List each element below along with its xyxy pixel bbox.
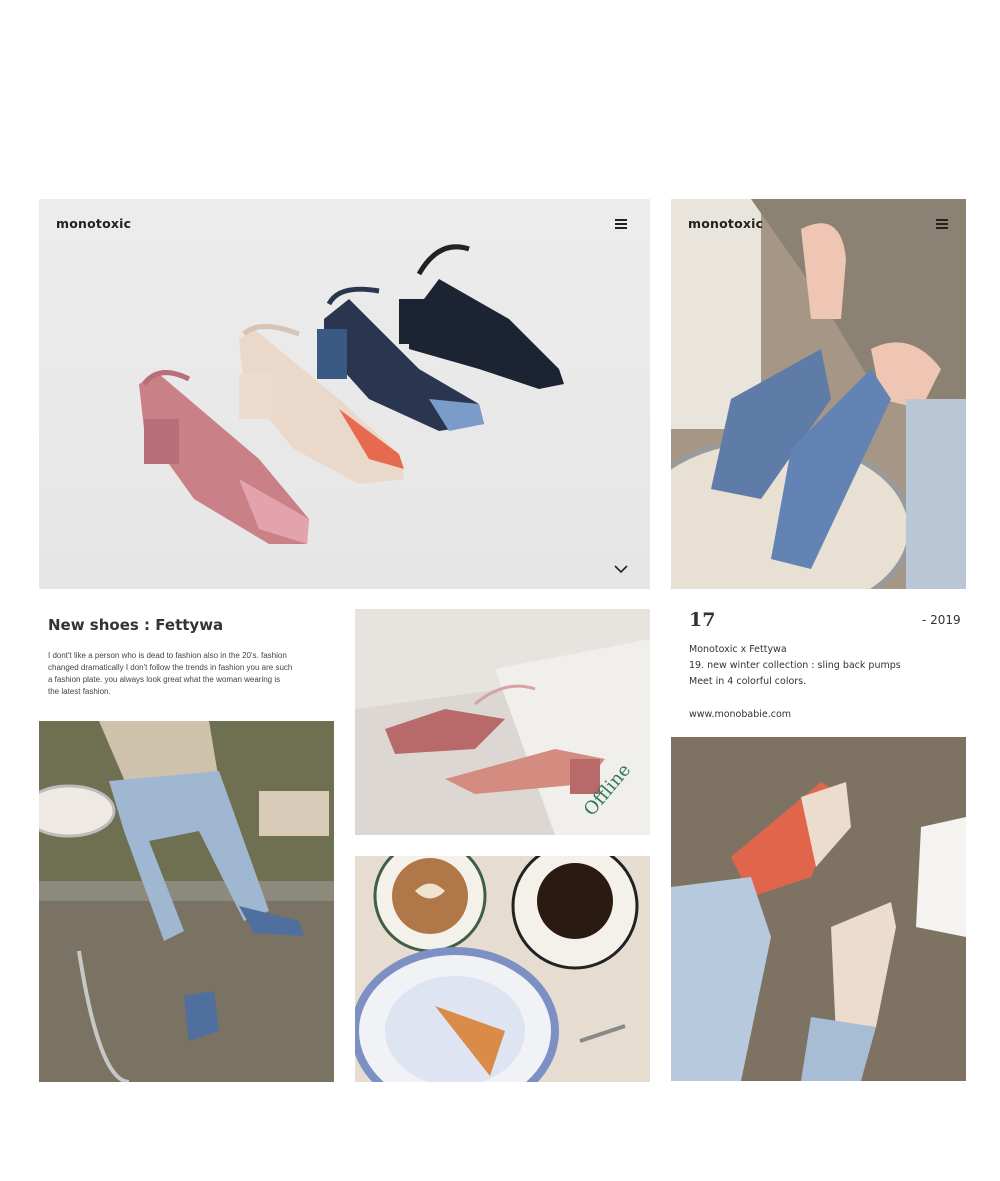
collection-line: Monotoxic x Fettywa <box>689 644 787 655</box>
intro-paragraph: I dont't like a person who is dead to fa… <box>48 650 292 698</box>
website-link[interactable]: www.monobabie.com <box>689 709 791 720</box>
intro-line: a fashion plate. you always look great w… <box>48 675 281 684</box>
intro-line: I dont't like a person who is dead to fa… <box>48 651 287 660</box>
coffee-cake-photo <box>355 856 650 1082</box>
seated-woman-photo <box>39 721 334 1082</box>
collection-line: Meet in 4 colorful colors. <box>689 676 807 687</box>
collection-line: 19. new winter collection : sling back p… <box>689 660 901 671</box>
hamburger-menu-icon[interactable] <box>615 219 627 229</box>
feet-cream-shoes-photo <box>671 737 966 1081</box>
chevron-down-icon[interactable] <box>614 561 628 574</box>
intro-title: New shoes : Fettywa <box>48 616 224 634</box>
intro-line: changed dramatically I don't follow the … <box>48 663 293 672</box>
collection-day: 17 <box>689 609 716 631</box>
hamburger-menu-icon[interactable] <box>936 219 948 229</box>
hero-photo <box>39 199 650 589</box>
collection-details: Monotoxic x Fettywa 19. new winter colle… <box>689 642 901 690</box>
side-hero-brand-logo[interactable]: monotoxic <box>688 216 763 231</box>
side-hero-photo <box>671 199 966 589</box>
intro-line: the latest fashion. <box>48 687 111 696</box>
pink-shoes-photo: Offline <box>355 609 650 835</box>
collection-year: - 2019 <box>922 613 961 627</box>
hero-brand-logo[interactable]: monotoxic <box>56 216 131 231</box>
